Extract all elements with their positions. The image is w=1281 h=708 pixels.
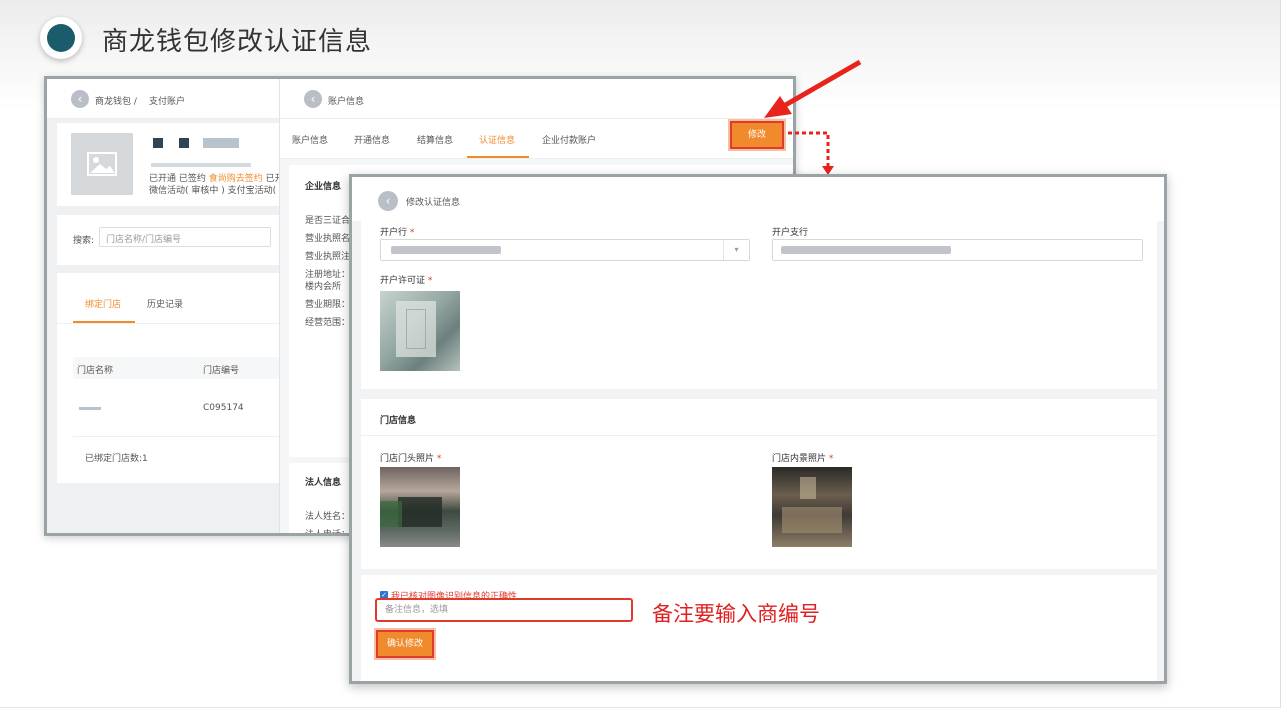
masked-bank bbox=[391, 246, 501, 254]
tab-open-info[interactable]: 开通信息 bbox=[354, 133, 390, 146]
branch-label: 开户支行 bbox=[772, 228, 809, 238]
account-info-title: 账户信息 bbox=[328, 97, 365, 107]
masked-name bbox=[203, 138, 239, 148]
bank-select[interactable]: ▾ bbox=[380, 239, 750, 261]
photo-shape bbox=[782, 507, 842, 533]
field-scope: 经营范围： bbox=[305, 318, 351, 328]
photo-shape bbox=[800, 477, 816, 499]
table-row: C095174 bbox=[73, 379, 279, 437]
confirm-section: ✓ 我已核对图像识别信息的正确性 bbox=[361, 575, 1157, 681]
field-legal-phone: 法人电话： bbox=[305, 530, 351, 536]
store-section: 门店信息 门店门头照片 * 门店内景照片 * bbox=[361, 399, 1157, 569]
right-header: ‹ 账户信息 bbox=[280, 79, 793, 119]
info-tabs: 账户信息 开通信息 结算信息 认证信息 企业付款账户 bbox=[280, 119, 793, 159]
tab-history[interactable]: 历史记录 bbox=[147, 297, 183, 310]
store-section-title: 门店信息 bbox=[380, 416, 417, 426]
store-front-photo[interactable] bbox=[380, 467, 460, 547]
remark-input[interactable]: 备注信息，选填 bbox=[375, 598, 633, 622]
profile-card: 已开通 已签约 食尚购去签约 已开通 微信活动( 审核中 ) 支付宝活动( 失败 bbox=[57, 123, 297, 206]
breadcrumb-account: 支付账户 bbox=[149, 97, 186, 107]
legal-title: 法人信息 bbox=[305, 478, 342, 488]
enterprise-title: 企业信息 bbox=[305, 182, 342, 192]
image-placeholder-icon bbox=[71, 133, 133, 195]
slide-title: 商龙钱包修改认证信息 bbox=[102, 27, 373, 57]
divider bbox=[361, 435, 1157, 436]
activity-status: 微信活动( 审核中 ) 支付宝活动( 失败 bbox=[149, 186, 297, 196]
document-lines bbox=[406, 309, 426, 349]
title-bullet-icon bbox=[40, 17, 82, 59]
tab-bound-stores[interactable]: 绑定门店 bbox=[85, 297, 121, 310]
back-arrow-icon[interactable]: ‹ bbox=[304, 90, 322, 108]
confirm-modify-button[interactable]: 确认修改 bbox=[374, 628, 436, 660]
tab-corp-payment[interactable]: 企业付款账户 bbox=[542, 133, 596, 146]
chevron-down-icon[interactable]: ▾ bbox=[723, 240, 749, 260]
field-legal-name: 法人姓名： bbox=[305, 512, 351, 522]
front-photo-label: 门店门头照片 * bbox=[380, 454, 442, 464]
divider bbox=[57, 323, 279, 324]
bank-section: 开户行 * ▾ 开户支行 开户许可证 * bbox=[361, 221, 1157, 389]
tab-settle-info[interactable]: 结算信息 bbox=[417, 133, 453, 146]
col-store-code: 门店编号 bbox=[203, 366, 240, 376]
dialog-header: ‹ 修改认证信息 bbox=[352, 177, 1164, 221]
photo-shape bbox=[398, 497, 442, 527]
tab-auth-info[interactable]: 认证信息 bbox=[479, 133, 515, 146]
license-photo[interactable] bbox=[380, 291, 460, 371]
table-header: 门店名称 门店编号 bbox=[73, 357, 279, 379]
search-label: 搜索: bbox=[73, 236, 95, 246]
annotation-text: 备注要输入商编号 bbox=[652, 602, 820, 626]
branch-input[interactable] bbox=[772, 239, 1143, 261]
left-panel: ‹ 商龙钱包 / 支付账户 已开通 已签约 食尚购去签约 已开通 微信活动( 审… bbox=[47, 79, 297, 533]
store-inside-photo[interactable] bbox=[772, 467, 852, 547]
search-input[interactable]: 门店名称/门店编号 bbox=[99, 227, 271, 247]
tab-account-info[interactable]: 账户信息 bbox=[292, 133, 328, 146]
back-arrow-icon[interactable]: ‹ bbox=[378, 191, 398, 211]
masked-store-name bbox=[79, 407, 101, 410]
masked-branch bbox=[781, 246, 951, 254]
license-label: 开户许可证 * bbox=[380, 276, 433, 286]
modify-button[interactable]: 修改 bbox=[728, 119, 786, 151]
breadcrumb-wallet[interactable]: 商龙钱包 / bbox=[95, 94, 137, 107]
store-code: C095174 bbox=[203, 403, 244, 413]
search-placeholder: 门店名称/门店编号 bbox=[106, 235, 182, 245]
masked-text bbox=[151, 163, 251, 167]
masked-name bbox=[153, 138, 163, 148]
bank-label: 开户行 * bbox=[380, 228, 415, 238]
tab-underline bbox=[467, 156, 529, 158]
masked-name bbox=[179, 138, 189, 148]
bound-count: 已绑定门店数:1 bbox=[85, 454, 148, 464]
dialog-title: 修改认证信息 bbox=[406, 198, 461, 208]
photo-shape bbox=[380, 501, 402, 527]
back-arrow-icon[interactable]: ‹ bbox=[71, 90, 89, 108]
col-store-name: 门店名称 bbox=[77, 366, 114, 376]
store-list-card: 绑定门店 历史记录 门店名称 门店编号 C095174 已绑定门店数:1 bbox=[57, 273, 279, 483]
inside-photo-label: 门店内景照片 * bbox=[772, 454, 834, 464]
left-header: ‹ 商龙钱包 / 支付账户 bbox=[47, 79, 279, 119]
search-card: 搜索: 门店名称/门店编号 bbox=[57, 215, 279, 265]
field-address-2: 楼内会所 bbox=[305, 282, 342, 292]
